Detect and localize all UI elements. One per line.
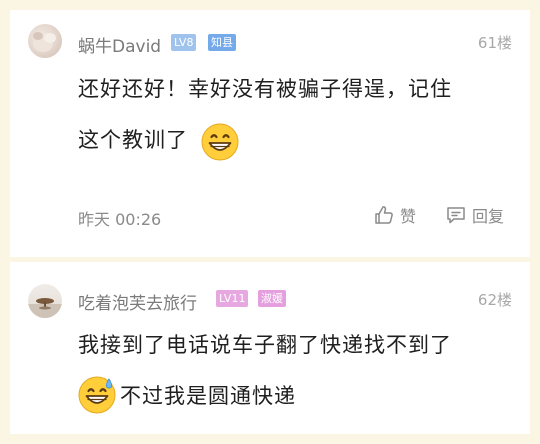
reply-button[interactable]: 回复 xyxy=(446,204,504,226)
like-label: 赞 xyxy=(400,207,417,226)
level-badge: LV8 xyxy=(171,34,197,51)
level-badge: LV11 xyxy=(216,290,249,307)
avatar[interactable] xyxy=(28,284,62,318)
reply-label: 回复 xyxy=(472,207,505,226)
comment-text-line: 还好还好！幸好没有被骗子得逞，记住 xyxy=(78,77,452,101)
avatar[interactable] xyxy=(28,24,62,58)
floor-number: 62楼 xyxy=(477,291,512,309)
like-button[interactable]: 赞 xyxy=(374,204,416,226)
comment-card: 吃着泡芙去旅行 LV11 淑媛 62楼 我接到了电话说车子翻了快递找不到了 不过… xyxy=(10,262,530,434)
comment-card: 蜗牛David LV8 知县 61楼 还好还好！幸好没有被骗子得逞，记住 这个教… xyxy=(10,10,530,257)
floor-number: 61楼 xyxy=(477,34,512,52)
avatar-image xyxy=(28,298,62,318)
comment-bubble-icon xyxy=(447,207,465,224)
grinning-face-icon xyxy=(201,123,239,161)
comment-text-line: 这个教训了 xyxy=(78,128,188,152)
title-badge: 淑媛 xyxy=(258,290,286,307)
comment-text-line: 不过我是圆通快递 xyxy=(120,384,296,408)
avatar-image xyxy=(33,32,56,52)
grinning-face-with-sweat-icon xyxy=(78,376,116,414)
comment-text-line: 我接到了电话说车子翻了快递找不到了 xyxy=(78,333,452,357)
thumbs-up-icon xyxy=(375,206,393,224)
username[interactable]: 蜗牛David xyxy=(78,32,161,57)
username[interactable]: 吃着泡芙去旅行 xyxy=(78,289,197,314)
title-badge: 知县 xyxy=(208,34,236,51)
timestamp: 昨天 00:26 xyxy=(78,210,162,229)
